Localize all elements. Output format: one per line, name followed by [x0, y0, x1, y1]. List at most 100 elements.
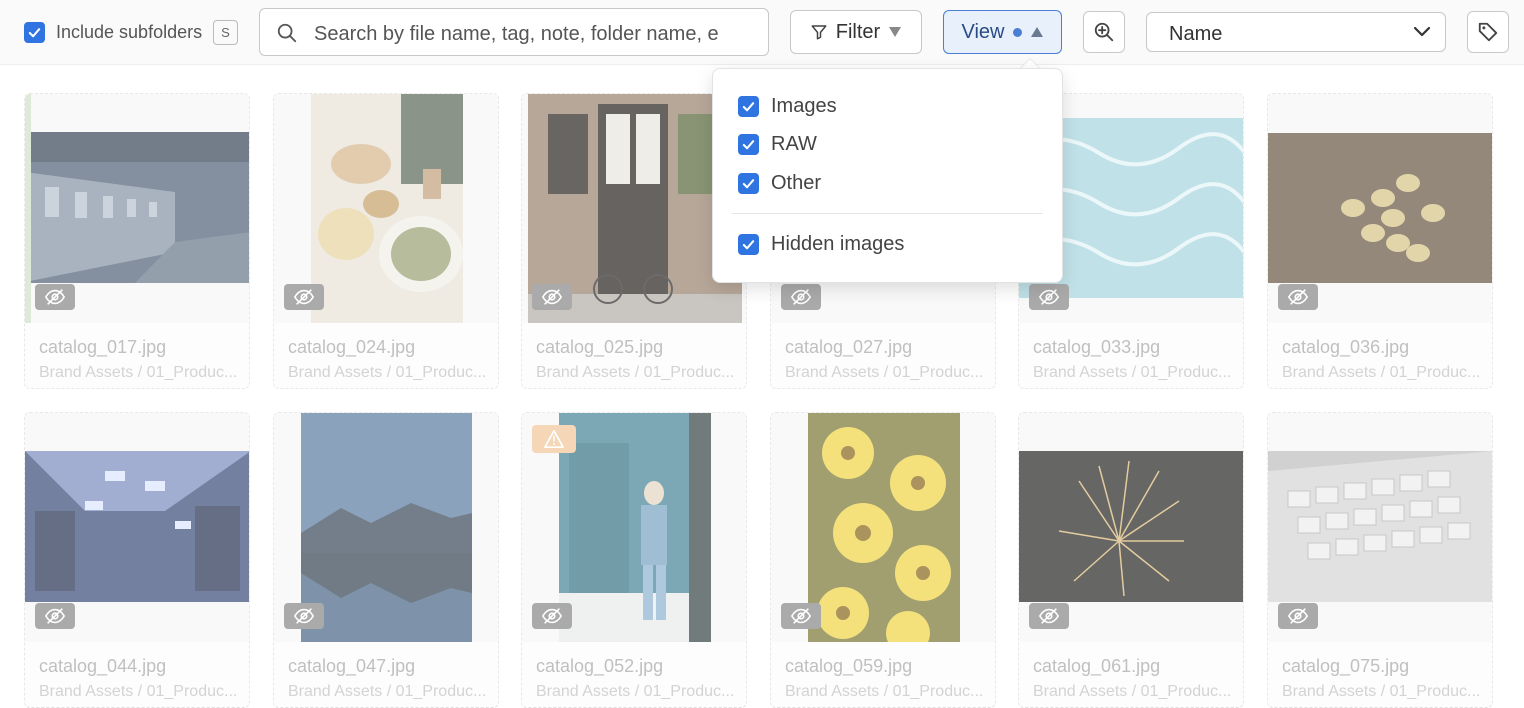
file-path: Brand Assets / 01_Produc... [288, 683, 487, 700]
thumbnail-area [522, 413, 746, 642]
eye-slash-icon [1038, 608, 1060, 624]
hidden-badge [532, 603, 572, 629]
file-name: catalog_047.jpg [288, 656, 416, 676]
menu-item-images[interactable]: Images [738, 95, 837, 118]
eye-slash-icon [790, 289, 812, 305]
menu-item-other[interactable]: Other [738, 172, 821, 195]
image-card[interactable]: catalog_036.jpg Brand Assets / 01_Produc… [1267, 93, 1493, 389]
hidden-badge [1278, 603, 1318, 629]
image-card[interactable]: catalog_024.jpg Brand Assets / 01_Produc… [273, 93, 499, 389]
view-button[interactable]: View [943, 10, 1062, 54]
images-checkbox[interactable] [738, 96, 759, 117]
eye-slash-icon [1287, 608, 1309, 624]
image-card[interactable]: catalog_061.jpg Brand Assets / 01_Produc… [1018, 412, 1244, 708]
thumbnail-area [274, 94, 498, 323]
warning-badge [532, 425, 576, 453]
thumbnail-lemons [1268, 133, 1492, 283]
file-name: catalog_059.jpg [785, 656, 913, 676]
eye-slash-icon [44, 608, 66, 624]
thumbnail-food-table [311, 94, 463, 323]
file-path: Brand Assets / 01_Produc... [288, 364, 487, 381]
checkmark-icon [742, 102, 755, 112]
hidden-badge [35, 284, 75, 310]
eye-slash-icon [541, 608, 563, 624]
file-name: catalog_024.jpg [288, 337, 416, 357]
sort-select[interactable]: Name [1146, 12, 1446, 52]
file-name: catalog_033.jpg [1033, 337, 1161, 357]
toolbar: Include subfolders S Filter View Name [0, 0, 1524, 65]
view-label: View [961, 20, 1005, 43]
hidden-badge [284, 284, 324, 310]
image-card[interactable]: catalog_059.jpg Brand Assets / 01_Produc… [770, 412, 996, 708]
funnel-icon [811, 25, 827, 40]
menu-item-hidden-images[interactable]: Hidden images [738, 233, 904, 256]
file-name: catalog_027.jpg [785, 337, 913, 357]
caret-down-icon [889, 27, 902, 37]
eye-slash-icon [293, 608, 315, 624]
file-path: Brand Assets / 01_Produc... [1033, 683, 1232, 700]
view-dropdown-menu: Images RAW Other Hidden images [712, 68, 1063, 283]
image-card[interactable]: catalog_075.jpg Brand Assets / 01_Produc… [1267, 412, 1493, 708]
file-path: Brand Assets / 01_Produc... [1282, 683, 1481, 700]
tag-button[interactable] [1467, 11, 1509, 53]
eye-slash-icon [790, 608, 812, 624]
sort-select-value: Name [1169, 23, 1223, 45]
thumbnail-subway-train [25, 132, 249, 283]
thumbnail-area [25, 94, 249, 323]
zoom-in-icon [1094, 22, 1114, 42]
caret-up-icon [1030, 27, 1043, 37]
eye-slash-icon [293, 289, 315, 305]
file-name: catalog_044.jpg [39, 656, 167, 676]
hidden-badge [532, 284, 572, 310]
hidden-images-checkbox[interactable] [738, 234, 759, 255]
eye-slash-icon [1287, 289, 1309, 305]
search-box [259, 8, 769, 56]
other-checkbox[interactable] [738, 173, 759, 194]
active-dot-indicator [1012, 27, 1022, 37]
file-path: Brand Assets / 01_Produc... [39, 364, 238, 381]
hidden-badge [284, 603, 324, 629]
hidden-badge [35, 603, 75, 629]
shortcut-key-badge: S [213, 20, 238, 45]
file-name: catalog_017.jpg [39, 337, 167, 357]
hidden-badge [1029, 603, 1069, 629]
file-name: catalog_052.jpg [536, 656, 664, 676]
image-card[interactable]: catalog_052.jpg Brand Assets / 01_Produc… [521, 412, 747, 708]
file-path: Brand Assets / 01_Produc... [536, 683, 735, 700]
thumbnail-keyboard [1268, 451, 1492, 602]
file-path: Brand Assets / 01_Produc... [39, 683, 238, 700]
eye-slash-icon [541, 289, 563, 305]
thumbnail-yellow-daisies [808, 413, 960, 642]
search-icon [277, 23, 297, 43]
thumbnail-area [1019, 413, 1243, 642]
menu-item-label: Images [771, 95, 837, 117]
tag-icon [1478, 22, 1498, 42]
thumbnail-mountain-lake [301, 413, 472, 642]
thumbnail-area [771, 413, 995, 642]
file-path: Brand Assets / 01_Produc... [1033, 364, 1232, 381]
menu-item-raw[interactable]: RAW [738, 133, 817, 156]
thumbnail-area [25, 413, 249, 642]
image-card[interactable]: catalog_017.jpg Brand Assets / 01_Produc… [24, 93, 250, 389]
search-input[interactable] [312, 19, 756, 49]
file-name: catalog_025.jpg [536, 337, 664, 357]
thumbnail-area [274, 413, 498, 642]
file-name: catalog_075.jpg [1282, 656, 1410, 676]
image-card[interactable]: catalog_047.jpg Brand Assets / 01_Produc… [273, 412, 499, 708]
file-path: Brand Assets / 01_Produc... [785, 364, 984, 381]
thumbnail-fireworks [1019, 451, 1243, 602]
file-name: catalog_061.jpg [1033, 656, 1161, 676]
hidden-badge [1278, 284, 1318, 310]
hidden-badge [1029, 284, 1069, 310]
checkmark-icon [742, 179, 755, 189]
menu-divider [732, 213, 1043, 214]
checkmark-icon [742, 240, 755, 250]
include-subfolders-checkbox[interactable] [24, 22, 45, 43]
warning-icon [544, 430, 564, 448]
raw-checkbox[interactable] [738, 134, 759, 155]
zoom-button[interactable] [1083, 11, 1125, 53]
image-card[interactable]: catalog_044.jpg Brand Assets / 01_Produc… [24, 412, 250, 708]
menu-item-label: Hidden images [771, 233, 905, 255]
checkmark-icon [28, 28, 41, 38]
filter-button[interactable]: Filter [790, 10, 922, 54]
